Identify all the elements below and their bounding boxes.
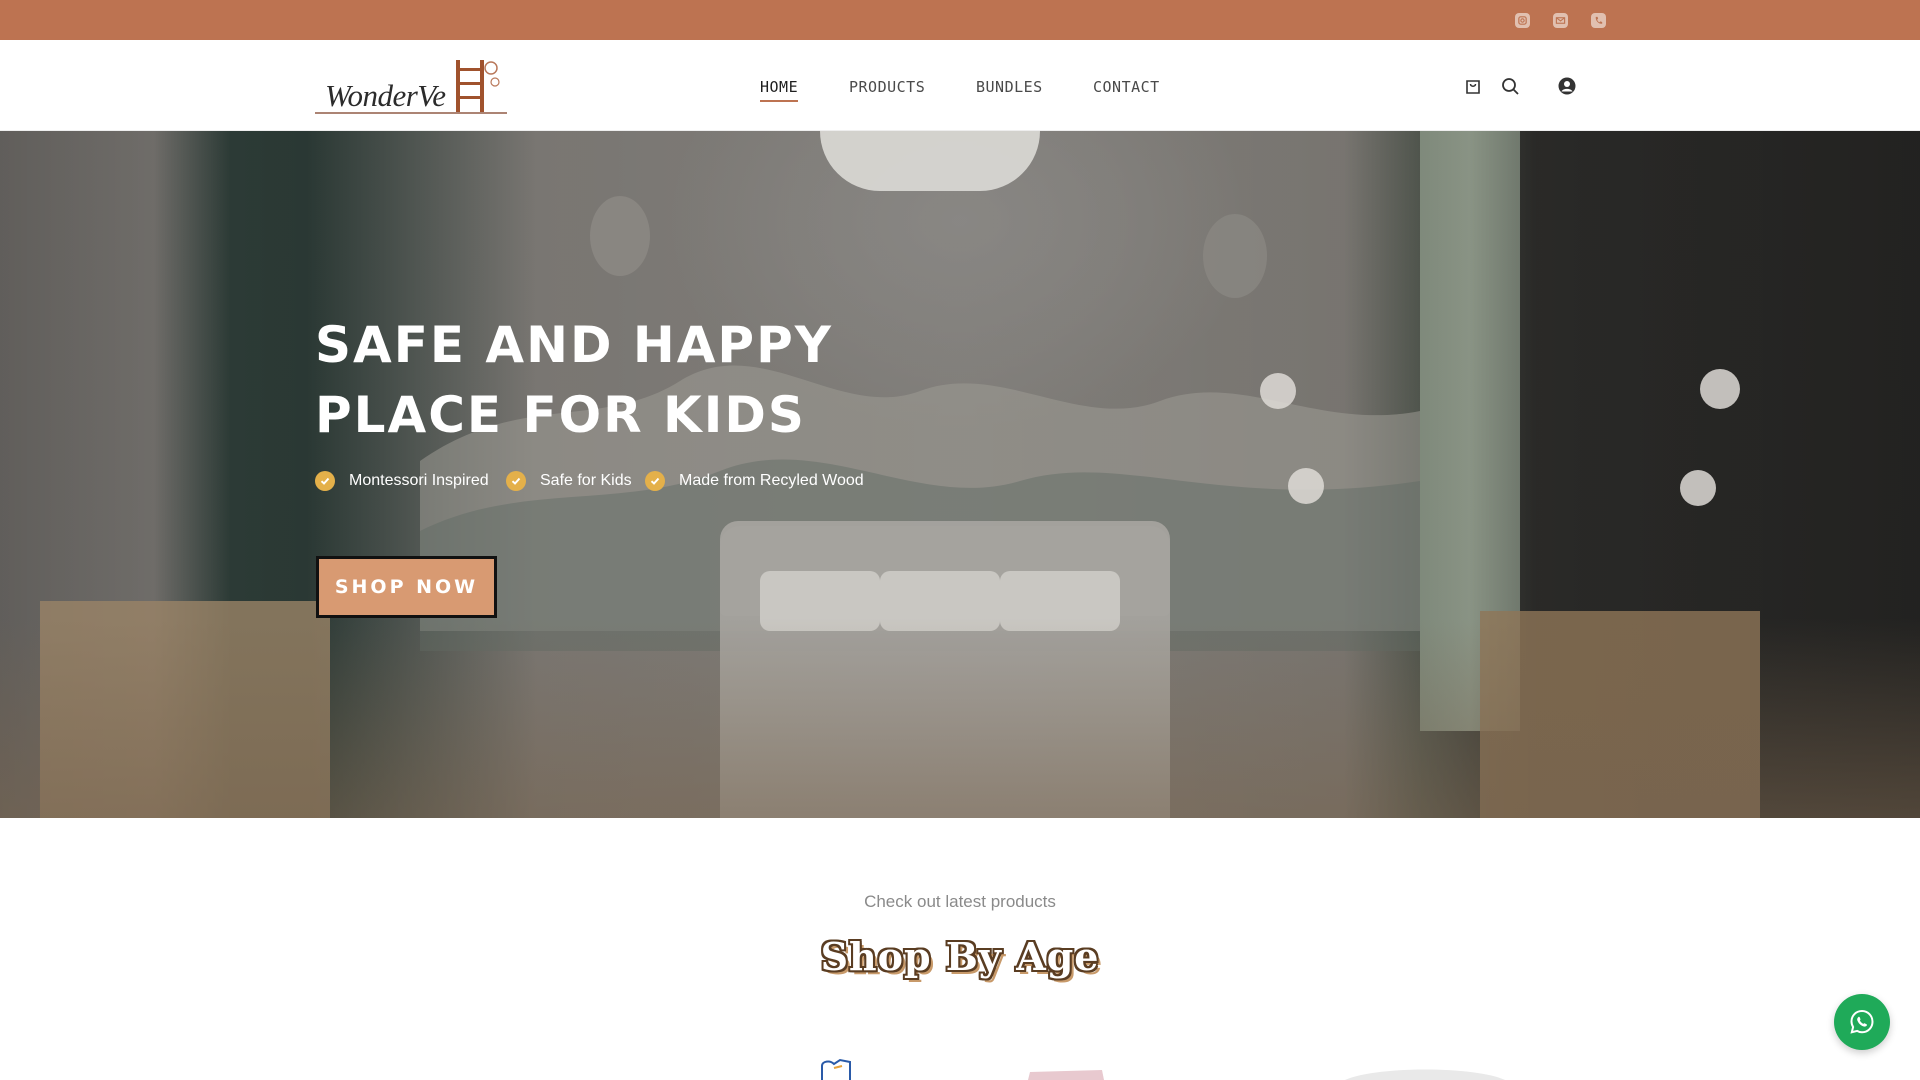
site-header: WonderVe HOME PRODUCTS BUNDLES CONTACT — [0, 40, 1920, 131]
cart-icon[interactable] — [1462, 75, 1484, 97]
check-icon — [315, 471, 335, 491]
nav-contact[interactable]: CONTACT — [1093, 78, 1160, 96]
feature-item: Safe for Kids — [506, 471, 632, 491]
whatsapp-button[interactable] — [1834, 994, 1890, 1050]
hero-decor — [0, 618, 1920, 818]
check-icon — [506, 471, 526, 491]
search-icon[interactable] — [1499, 75, 1521, 97]
check-icon — [645, 471, 665, 491]
account-icon[interactable] — [1556, 75, 1578, 97]
phone-icon[interactable] — [1591, 13, 1606, 28]
hero-banner — [0, 131, 1920, 818]
mail-icon[interactable] — [1553, 13, 1568, 28]
nav-home[interactable]: HOME — [760, 78, 799, 102]
product-thumbnail[interactable] — [1345, 1058, 1505, 1080]
feature-text: Montessori Inspired — [349, 472, 489, 489]
instagram-icon[interactable] — [1515, 13, 1530, 28]
feature-text: Made from Recyled Wood — [679, 472, 864, 489]
feature-text: Safe for Kids — [540, 472, 632, 489]
feature-item: Made from Recyled Wood — [645, 471, 864, 491]
whatsapp-icon — [1850, 1009, 1874, 1034]
section-subtitle: Check out latest products — [864, 892, 1056, 911]
feature-item: Montessori Inspired — [315, 471, 489, 491]
nav-bundles[interactable]: BUNDLES — [976, 78, 1043, 96]
section-title: Shop By Age — [820, 934, 1100, 979]
product-thumbnail[interactable] — [820, 1058, 884, 1080]
shop-now-button[interactable]: SHOP NOW — [316, 556, 497, 618]
nav-products[interactable]: PRODUCTS — [849, 78, 925, 96]
top-bar — [0, 0, 1920, 40]
logo[interactable]: WonderVe — [313, 54, 509, 118]
shop-now-label: SHOP NOW — [334, 576, 479, 598]
hero-title: SAFE AND HAPPY PLACE FOR KIDS — [315, 316, 833, 444]
logo-text: WonderVe — [325, 78, 446, 113]
product-thumbnail[interactable] — [1026, 1058, 1106, 1080]
